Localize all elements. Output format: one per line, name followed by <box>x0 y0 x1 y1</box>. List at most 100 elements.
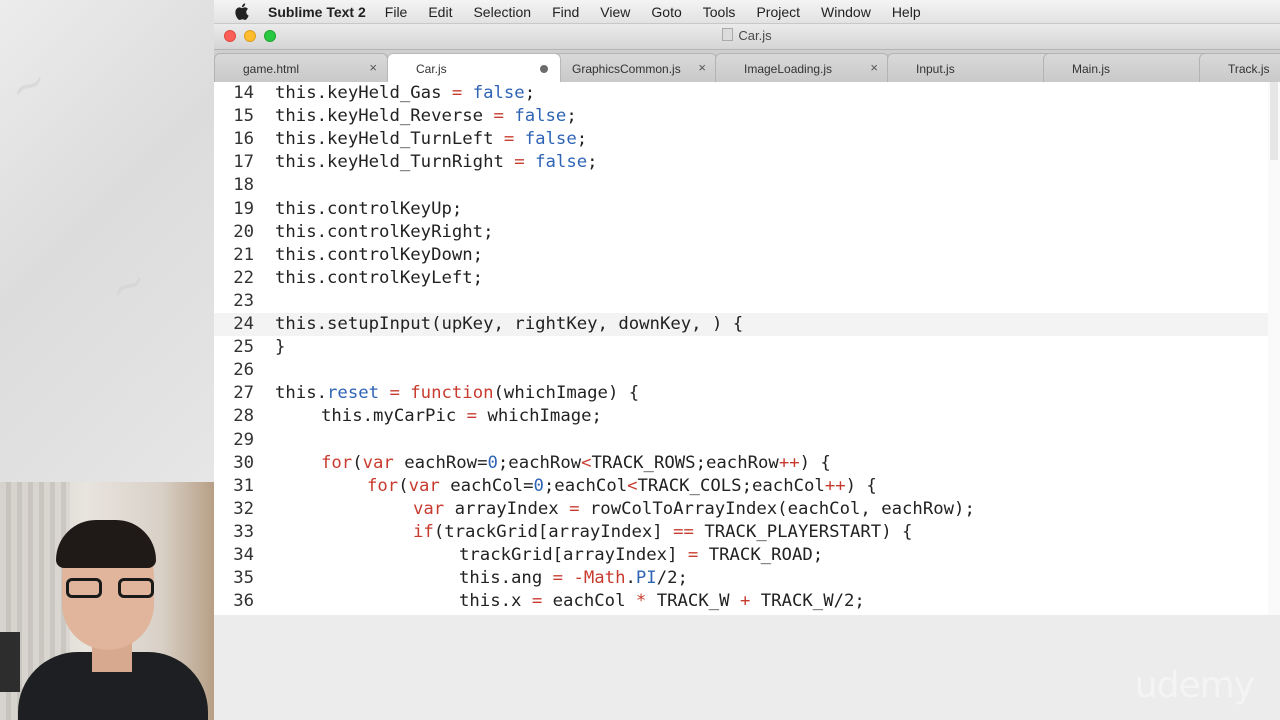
line-number: 33 <box>233 521 254 542</box>
code-text: this.reset = function(whichImage) { <box>275 383 640 404</box>
tab-imageloading-js[interactable]: ImageLoading.js × <box>715 53 889 82</box>
code-line[interactable]: 32 var arrayIndex = rowColToArrayIndex(ea… <box>214 498 1268 521</box>
code-line[interactable]: 21 this.controlKeyDown; <box>214 244 1268 267</box>
menu-edit[interactable]: Edit <box>428 4 452 20</box>
code-editor[interactable]: 14 this.keyHeld_Gas = false; 15 this.keyHel… <box>214 82 1280 615</box>
code-text: this.setupInput(upKey, rightKey, downKey… <box>275 314 744 334</box>
line-number: 32 <box>233 498 254 519</box>
code-text: this.controlKeyDown; <box>275 244 484 265</box>
line-number: 15 <box>233 106 254 127</box>
code-line[interactable]: 14 this.keyHeld_Gas = false; <box>214 82 1268 105</box>
code-text: this.keyHeld_Reverse = false; <box>275 106 577 127</box>
editor-window: Car.js game.html × Car.js GraphicsCommon… <box>214 24 1280 720</box>
line-number: 35 <box>233 568 254 589</box>
code-line[interactable]: 34 trackGrid[arrayIndex] = TRACK_ROAD; <box>214 544 1268 567</box>
tab-track-js[interactable]: Track.js <box>1199 53 1280 82</box>
title-bar[interactable]: Car.js <box>214 24 1280 50</box>
tab-label: game.html <box>243 62 300 76</box>
code-line[interactable]: 36 this.x = eachCol * TRACK_W + TRACK_W/2… <box>214 590 1268 613</box>
watermark-logo: udemy <box>1134 665 1255 706</box>
code-line[interactable]: 15 this.keyHeld_Reverse = false; <box>214 105 1268 128</box>
menu-tools[interactable]: Tools <box>703 4 736 20</box>
code-text: this.keyHeld_TurnRight = false; <box>275 152 598 173</box>
code-line[interactable]: 31 for(var eachCol=0;eachCol<TRACK_COLS;e… <box>214 475 1268 498</box>
close-tab-icon[interactable]: × <box>870 60 878 75</box>
code-line[interactable]: 25} <box>214 336 1268 359</box>
code-text: this.myCarPic = whichImage; <box>321 406 602 427</box>
code-line[interactable]: 22 this.controlKeyLeft; <box>214 267 1268 290</box>
code-text: this.x = eachCol * TRACK_W + TRACK_W/2; <box>459 591 865 612</box>
tab-input-js[interactable]: Input.js × <box>887 53 1061 82</box>
tab-label: Car.js <box>416 62 447 76</box>
bottom-panel: udemy <box>214 615 1280 720</box>
line-number: 16 <box>233 129 254 150</box>
minimap-viewport[interactable] <box>1270 82 1278 160</box>
window-title: Car.js <box>214 28 1280 43</box>
code-line[interactable]: 24 this.setupInput(upKey, rightKey, downK… <box>214 313 1268 336</box>
close-tab-icon[interactable]: × <box>698 60 706 75</box>
code-line[interactable]: 35 this.ang = -Math.PI/2; <box>214 567 1268 590</box>
code-text: for(var eachCol=0;eachCol<TRACK_COLS;eac… <box>367 475 877 496</box>
code-text: this.keyHeld_Gas = false; <box>275 83 536 103</box>
menu-bar: Sublime Text 2 File Edit Selection Find … <box>214 0 1280 24</box>
code-line[interactable]: 27 this.reset = function(whichImage) { <box>214 382 1268 405</box>
unsaved-dot-icon[interactable] <box>540 65 548 73</box>
code-line[interactable]: 26 <box>214 359 1268 382</box>
code-text: this.ang = -Math.PI/2; <box>459 568 688 589</box>
menu-project[interactable]: Project <box>756 4 800 20</box>
line-number: 23 <box>233 290 254 311</box>
tab-game-html[interactable]: game.html × <box>214 53 388 82</box>
code-text: this.controlKeyUp; <box>275 198 463 219</box>
line-number: 18 <box>233 175 254 196</box>
menu-find[interactable]: Find <box>552 4 579 20</box>
tab-graphicscommon-js[interactable]: GraphicsCommon.js × <box>543 53 717 82</box>
apple-icon[interactable] <box>234 3 254 20</box>
code-text: if(trackGrid[arrayIndex] == TRACK_PLAYER… <box>413 521 913 542</box>
menu-view[interactable]: View <box>600 4 630 20</box>
desktop-background: ~ ~ <box>0 0 214 482</box>
tab-main-js[interactable]: Main.js × <box>1043 53 1217 82</box>
line-number: 27 <box>233 383 254 404</box>
line-number: 29 <box>233 429 254 450</box>
code-line[interactable]: 17 this.keyHeld_TurnRight = false; <box>214 151 1268 174</box>
code-text: trackGrid[arrayIndex] = TRACK_ROAD; <box>459 545 824 565</box>
code-line[interactable]: 16 this.keyHeld_TurnLeft = false; <box>214 128 1268 151</box>
tab-car-js[interactable]: Car.js <box>387 53 561 82</box>
code-text: this.controlKeyRight; <box>275 221 494 242</box>
menu-goto[interactable]: Goto <box>651 4 681 20</box>
line-number: 14 <box>233 83 254 103</box>
line-number: 20 <box>233 221 254 242</box>
code-line[interactable]: 20 this.controlKeyRight; <box>214 221 1268 244</box>
tab-label: Input.js <box>916 62 955 76</box>
line-number: 21 <box>233 244 254 265</box>
code-text: for(var eachRow=0;eachRow<TRACK_ROWS;eac… <box>321 452 831 473</box>
line-number: 31 <box>233 475 254 496</box>
code-line[interactable]: 23 <box>214 290 1268 313</box>
code-line[interactable]: 30 for(var eachRow=0;eachRow<TRACK_ROWS;e… <box>214 452 1268 475</box>
line-number: 17 <box>233 152 254 173</box>
code-text: this.controlKeyLeft; <box>275 267 484 288</box>
window-title-text: Car.js <box>738 28 772 43</box>
code-line[interactable]: 18 <box>214 174 1268 197</box>
menu-app-name[interactable]: Sublime Text 2 <box>268 4 366 20</box>
tab-label: Main.js <box>1072 62 1111 76</box>
menu-selection[interactable]: Selection <box>473 4 531 20</box>
menu-window[interactable]: Window <box>821 4 871 20</box>
code-line[interactable]: 28 this.myCarPic = whichImage; <box>214 405 1268 428</box>
tab-label: GraphicsCommon.js <box>572 62 681 76</box>
code-line[interactable]: 29 <box>214 429 1268 452</box>
code-line[interactable]: 19 this.controlKeyUp; <box>214 198 1268 221</box>
close-tab-icon[interactable]: × <box>369 60 377 75</box>
code-line[interactable]: 33 if(trackGrid[arrayIndex] == TRACK_PLAY… <box>214 521 1268 544</box>
line-number: 26 <box>233 360 254 381</box>
minimap[interactable] <box>1268 82 1280 615</box>
tab-bar: game.html × Car.js GraphicsCommon.js × I… <box>214 50 1280 83</box>
menu-help[interactable]: Help <box>892 4 921 20</box>
line-number: 25 <box>233 337 254 358</box>
code-text: var arrayIndex = rowColToArrayIndex(each… <box>413 498 975 519</box>
menu-file[interactable]: File <box>385 4 408 20</box>
code-text: } <box>275 337 286 358</box>
line-number: 28 <box>233 406 254 427</box>
background-texture: ~ <box>0 54 57 117</box>
line-number: 36 <box>233 591 254 612</box>
